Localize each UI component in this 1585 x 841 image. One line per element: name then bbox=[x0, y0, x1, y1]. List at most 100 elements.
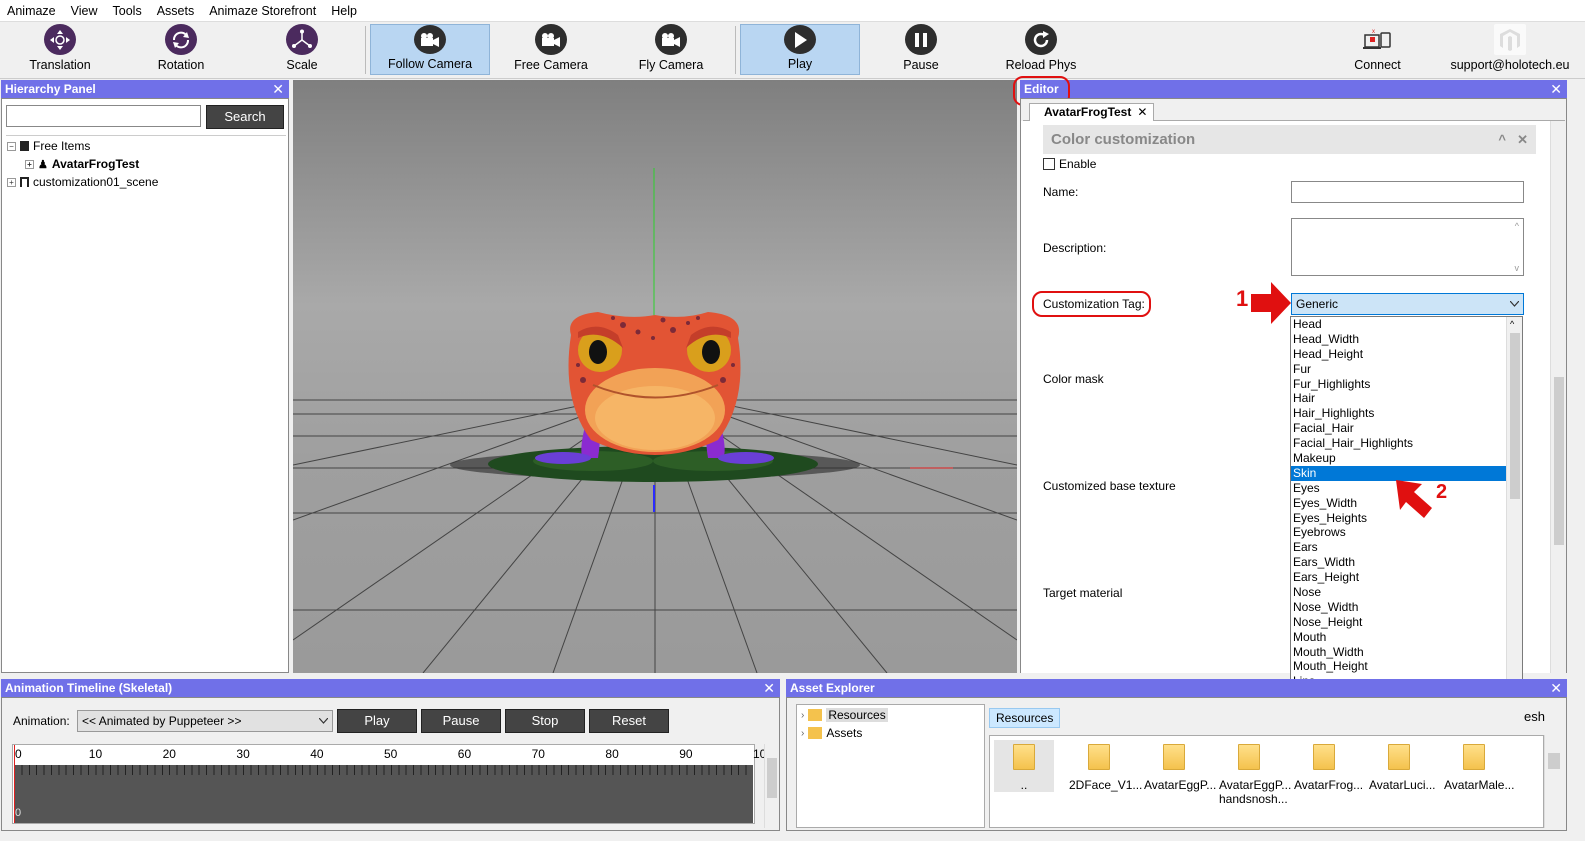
dropdown-option[interactable]: Ears bbox=[1291, 540, 1522, 555]
close-icon[interactable]: ✕ bbox=[1137, 104, 1147, 121]
reload-phys-button[interactable]: Reload Phys bbox=[981, 24, 1101, 75]
menu-view[interactable]: View bbox=[64, 4, 106, 18]
dropdown-option[interactable]: Hair bbox=[1291, 391, 1522, 406]
enable-checkbox[interactable] bbox=[1043, 158, 1055, 170]
scrollbar-thumb[interactable] bbox=[1548, 753, 1560, 769]
expand-icon[interactable]: + bbox=[25, 159, 34, 169]
timeline-panel-title: Animation Timeline (Skeletal) ✕ bbox=[1, 679, 780, 697]
translation-button[interactable]: Translation bbox=[0, 24, 120, 75]
asset-folder[interactable]: AvatarEggP... bbox=[1144, 740, 1216, 792]
asset-tree-resources[interactable]: › Resources bbox=[801, 708, 888, 722]
toolbar: Translation Rotation Scale Follow Camera… bbox=[0, 22, 1585, 79]
menu-assets[interactable]: Assets bbox=[150, 4, 203, 18]
tree-item-free-items[interactable]: − Free Items bbox=[7, 139, 90, 153]
timeline-stop-button[interactable]: Stop bbox=[505, 709, 585, 733]
color-customization-header[interactable]: Color customization ^ ✕ bbox=[1043, 125, 1536, 154]
tree-item-scene[interactable]: + customization01_scene bbox=[7, 175, 158, 189]
dropdown-option[interactable]: Mouth_Height bbox=[1291, 659, 1522, 674]
asset-tree-assets[interactable]: › Assets bbox=[801, 726, 862, 740]
menu-storefront[interactable]: Animaze Storefront bbox=[202, 4, 324, 18]
chevron-right-icon[interactable]: › bbox=[801, 728, 804, 739]
close-icon[interactable]: ✕ bbox=[763, 679, 775, 697]
scrollbar-thumb[interactable] bbox=[767, 758, 777, 798]
collapse-icon[interactable]: − bbox=[7, 141, 16, 151]
description-textarea[interactable]: ^ v bbox=[1291, 218, 1524, 276]
dropdown-option[interactable]: Nose bbox=[1291, 585, 1522, 600]
animation-select[interactable]: << Animated by Puppeteer >> bbox=[77, 710, 333, 732]
dropdown-option[interactable]: Head bbox=[1291, 317, 1522, 332]
customization-tag-select[interactable]: Generic bbox=[1291, 293, 1524, 315]
menu-tools[interactable]: Tools bbox=[106, 4, 150, 18]
dropdown-option[interactable]: Fur bbox=[1291, 362, 1522, 377]
menu-help[interactable]: Help bbox=[324, 4, 365, 18]
scrollbar-thumb[interactable] bbox=[1554, 377, 1564, 545]
tick-label: 80 bbox=[605, 747, 619, 761]
scrollbar-thumb[interactable] bbox=[1510, 333, 1520, 499]
editor-scrollbar[interactable] bbox=[1550, 121, 1566, 673]
name-input[interactable] bbox=[1291, 181, 1524, 203]
collapse-icon[interactable]: ^ bbox=[1498, 125, 1506, 154]
dropdown-option[interactable]: Fur_Highlights bbox=[1291, 377, 1522, 392]
playhead[interactable] bbox=[14, 745, 15, 823]
timeline-bar[interactable] bbox=[14, 765, 753, 823]
timeline-pause-button[interactable]: Pause bbox=[421, 709, 501, 733]
dropdown-option[interactable]: Mouth_Width bbox=[1291, 645, 1522, 660]
fly-camera-button[interactable]: Fly Camera bbox=[611, 24, 731, 75]
support-link[interactable]: support@holotech.eu bbox=[1436, 24, 1584, 75]
asset-explorer-title-text: Asset Explorer bbox=[790, 681, 875, 695]
dropdown-option[interactable]: Hair_Highlights bbox=[1291, 406, 1522, 421]
dropdown-option[interactable]: Head_Width bbox=[1291, 332, 1522, 347]
timeline-scrollbar[interactable] bbox=[764, 744, 778, 828]
scroll-up-icon[interactable]: ^ bbox=[1510, 319, 1514, 329]
scroll-down-icon[interactable]: v bbox=[1515, 263, 1520, 273]
dropdown-option[interactable]: Nose_Height bbox=[1291, 615, 1522, 630]
hierarchy-search-input[interactable] bbox=[6, 105, 201, 127]
close-icon[interactable]: ✕ bbox=[1550, 679, 1562, 697]
asset-folder[interactable]: 2DFace_V1... bbox=[1069, 740, 1142, 792]
name-label: Name: bbox=[1043, 185, 1079, 199]
dropdown-option[interactable]: Facial_Hair_Highlights bbox=[1291, 436, 1522, 451]
timeline-reset-button[interactable]: Reset bbox=[589, 709, 669, 733]
tree-item-avatarfrogtest[interactable]: + ♟ AvatarFrogTest bbox=[25, 157, 139, 171]
timeline-track[interactable]: 0102030405060708090100 0 bbox=[12, 744, 773, 824]
menu-animaze[interactable]: Animaze bbox=[0, 4, 64, 18]
dropdown-option[interactable]: Eyebrows bbox=[1291, 525, 1522, 540]
asset-folder[interactable]: AvatarFrog... bbox=[1294, 740, 1363, 792]
play-button[interactable]: Play bbox=[740, 24, 860, 75]
breadcrumb-resources[interactable]: Resources bbox=[989, 708, 1061, 728]
folder-icon bbox=[1313, 744, 1335, 770]
dropdown-option[interactable]: Ears_Width bbox=[1291, 555, 1522, 570]
expand-icon[interactable]: + bbox=[7, 177, 16, 187]
search-button[interactable]: Search bbox=[206, 105, 284, 129]
tab-avatarfrogtest[interactable]: AvatarFrogTest ✕ bbox=[1029, 103, 1155, 121]
asset-folder[interactable]: AvatarLuci... bbox=[1369, 740, 1435, 792]
dropdown-option[interactable]: Head_Height bbox=[1291, 347, 1522, 362]
play-label: Play bbox=[787, 57, 813, 71]
tick-label: 90 bbox=[679, 747, 693, 761]
close-icon[interactable]: ✕ bbox=[1550, 80, 1562, 98]
dropdown-option[interactable]: Makeup bbox=[1291, 451, 1522, 466]
dropdown-option[interactable]: Ears_Height bbox=[1291, 570, 1522, 585]
menu-bar: Animaze View Tools Assets Animaze Storef… bbox=[0, 0, 1585, 22]
follow-camera-button[interactable]: Follow Camera bbox=[370, 24, 490, 75]
refresh-button[interactable]: esh bbox=[1524, 706, 1545, 728]
asset-folder[interactable]: .. bbox=[994, 740, 1054, 792]
dropdown-option[interactable]: Nose_Width bbox=[1291, 600, 1522, 615]
enable-checkbox-row[interactable]: Enable bbox=[1043, 157, 1096, 171]
dropdown-option[interactable]: Mouth bbox=[1291, 630, 1522, 645]
scale-button[interactable]: Scale bbox=[242, 24, 362, 75]
timeline-play-button[interactable]: Play bbox=[337, 709, 417, 733]
dropdown-option[interactable]: Facial_Hair bbox=[1291, 421, 1522, 436]
close-icon[interactable]: ✕ bbox=[1517, 125, 1528, 154]
asset-folder[interactable]: AvatarEggP... handsnosh... bbox=[1219, 740, 1291, 806]
asset-scrollbar[interactable] bbox=[1544, 735, 1562, 828]
free-camera-button[interactable]: Free Camera bbox=[491, 24, 611, 75]
connect-button[interactable]: x Connect bbox=[1320, 24, 1435, 75]
chevron-right-icon[interactable]: › bbox=[801, 710, 804, 721]
3d-viewport[interactable] bbox=[293, 80, 1017, 673]
rotation-button[interactable]: Rotation bbox=[121, 24, 241, 75]
close-icon[interactable]: ✕ bbox=[272, 80, 284, 98]
asset-folder[interactable]: AvatarMale... bbox=[1444, 740, 1514, 792]
scroll-up-icon[interactable]: ^ bbox=[1515, 221, 1519, 231]
pause-button[interactable]: Pause bbox=[861, 24, 981, 75]
